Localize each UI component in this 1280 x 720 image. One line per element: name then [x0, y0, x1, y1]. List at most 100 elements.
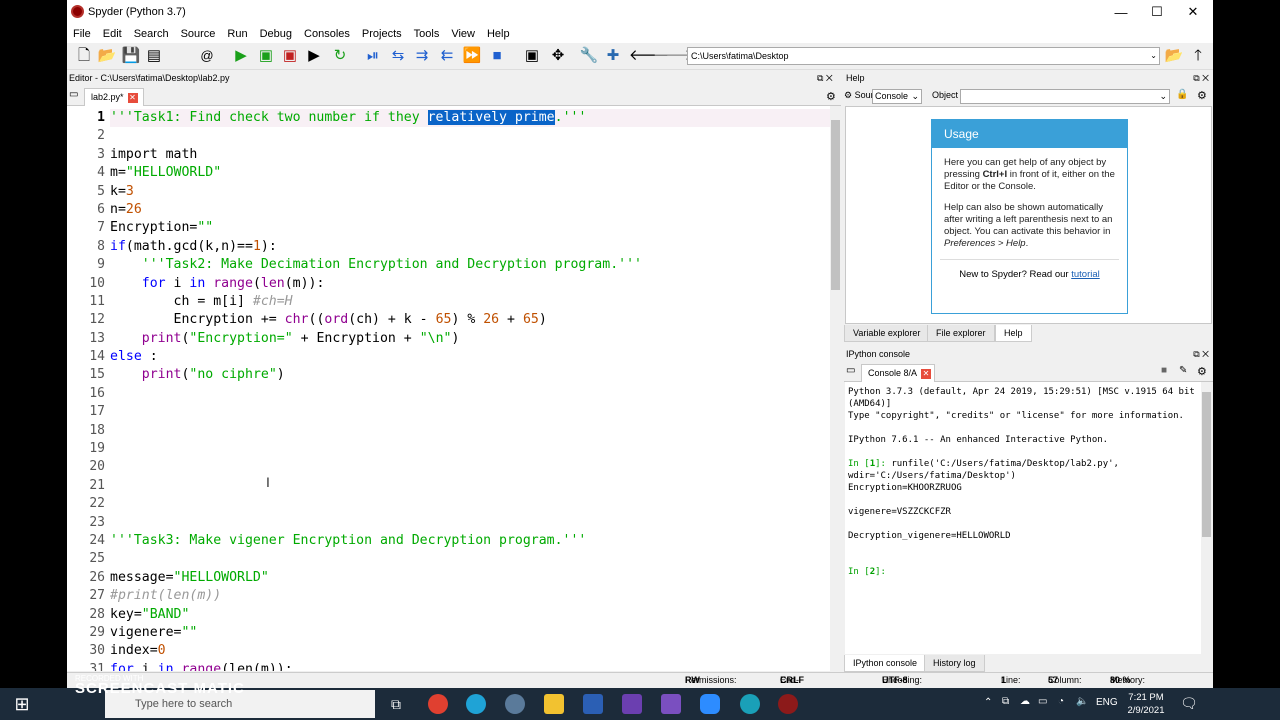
maximize-pane-icon[interactable]: ▣ [523, 47, 541, 65]
network-icon[interactable]: ⧉ [1002, 696, 1009, 707]
parent-directory-icon[interactable]: 🡑 [1189, 47, 1207, 65]
left-black-bar [0, 0, 67, 688]
ipython-console-output[interactable]: Python 3.7.3 (default, Apr 24 2019, 15:2… [845, 382, 1201, 654]
close-window-button[interactable]: ✕ [1175, 0, 1211, 24]
tab-lab2[interactable]: lab2.py* ✕ [84, 88, 144, 106]
open-file-icon[interactable]: 📂 [98, 47, 117, 65]
visual-studio-icon[interactable] [622, 694, 642, 714]
word-icon[interactable] [583, 694, 603, 714]
save-all-icon[interactable]: ▤ [145, 47, 163, 65]
browse-folder-icon[interactable]: 📂 [1165, 47, 1184, 65]
volume-icon[interactable]: 🔈 [1076, 696, 1088, 707]
windows-start-icon[interactable]: ⊞ [0, 688, 44, 720]
file-explorer-icon[interactable] [544, 694, 564, 714]
console-options-gear-icon[interactable]: ⚙ [1197, 365, 1207, 378]
line-number: 21 [89, 477, 105, 493]
stop-debug-icon[interactable]: ■ [488, 47, 506, 65]
tab-help[interactable]: Help [995, 325, 1032, 342]
save-icon[interactable]: 💾 [122, 47, 141, 65]
code-editor[interactable]: 1 2 3 4 5 6 7 8 9 10 11 12 13 14 15 16 17 18 19 20 21 22 23 24 2… [67, 106, 830, 671]
editor-pane-controls[interactable]: ⧉ ✕ [815, 70, 841, 86]
menu-debug[interactable]: Debug [254, 28, 298, 40]
minimize-button[interactable]: — [1103, 0, 1139, 24]
zoom-icon[interactable] [700, 694, 720, 714]
menu-tools[interactable]: Tools [408, 28, 446, 40]
wifi-icon[interactable]: ◔ [1058, 696, 1064, 707]
help-pane-controls[interactable]: ⧉ ✕ [1193, 70, 1209, 86]
line-number: 24 [89, 532, 105, 548]
continue-icon[interactable]: ⏩ [463, 47, 482, 65]
spyder-taskbar-icon[interactable] [778, 694, 798, 714]
working-directory-input[interactable]: C:\Users\fatima\Desktop ⌄ [687, 47, 1160, 65]
tutorial-link[interactable]: tutorial [1071, 269, 1100, 280]
edge-icon[interactable] [466, 694, 486, 714]
language-indicator[interactable]: ENG [1096, 697, 1118, 708]
help-source-select[interactable]: Console ⌄ [872, 89, 922, 104]
help-gear-icon[interactable]: ⚙ [844, 90, 855, 100]
help-options-gear-icon[interactable]: ⚙ [1197, 89, 1207, 102]
menu-run[interactable]: Run [221, 28, 253, 40]
cloud-icon[interactable]: ☁ [1020, 696, 1030, 707]
console-scrollbar[interactable] [1201, 382, 1212, 654]
editor-options-gear-icon[interactable]: ⚙ [826, 90, 836, 103]
app-icon[interactable] [505, 694, 525, 714]
run-icon[interactable]: ▶ [232, 47, 250, 65]
clear-console-icon[interactable]: ✎ [1179, 365, 1187, 376]
close-console-tab-icon[interactable]: ✕ [921, 368, 932, 379]
code-line: else : [110, 349, 158, 365]
edge-dev-icon[interactable] [740, 694, 760, 714]
run-selection-icon[interactable]: ▶ [305, 47, 323, 65]
step-icon[interactable]: ⇆ [389, 47, 407, 65]
code-area[interactable]: '''Task1: Find check two number if they … [110, 109, 830, 671]
tab-variable-explorer[interactable]: Variable explorer [844, 325, 930, 342]
chevron-up-icon[interactable]: ⌃ [984, 697, 992, 708]
code-line: print("Encryption=" + Encryption + "\n") [110, 330, 460, 346]
fullscreen-icon[interactable]: ✥ [549, 47, 567, 65]
tab-ipython-console[interactable]: IPython console [844, 655, 927, 672]
step-into-icon[interactable]: ⇉ [413, 47, 431, 65]
debug-icon[interactable]: ⏯ [364, 47, 382, 65]
stop-kernel-icon[interactable]: ■ [1161, 365, 1167, 376]
tab-file-explorer[interactable]: File explorer [927, 325, 995, 342]
visual-studio-alt-icon[interactable] [661, 694, 681, 714]
at-icon[interactable]: @ [198, 47, 216, 65]
line-number: 19 [89, 441, 105, 457]
browse-tabs-icon[interactable]: ▭ [69, 89, 78, 100]
rerun-icon[interactable]: ↻ [331, 47, 349, 65]
preferences-icon[interactable]: 🔧 [580, 47, 599, 65]
menu-help[interactable]: Help [481, 28, 516, 40]
browse-console-tabs-icon[interactable]: ▭ [846, 365, 855, 376]
code-line [110, 385, 830, 403]
menu-consoles[interactable]: Consoles [298, 28, 356, 40]
taskbar-clock[interactable]: 7:21 PM 2/9/2021 [1116, 691, 1176, 717]
menu-source[interactable]: Source [175, 28, 222, 40]
menu-edit[interactable]: Edit [97, 28, 128, 40]
menu-view[interactable]: View [445, 28, 481, 40]
run-cell-icon[interactable]: ▣ [257, 47, 275, 65]
editor-scrollbar[interactable] [830, 106, 841, 671]
maximize-button[interactable]: ☐ [1139, 0, 1175, 24]
help-object-input[interactable]: ⌄ [960, 89, 1170, 104]
console-scrollbar-thumb[interactable] [1202, 392, 1211, 537]
python-path-icon[interactable]: ✚ [604, 47, 622, 65]
close-tab-icon[interactable]: ✕ [127, 92, 138, 103]
menu-projects[interactable]: Projects [356, 28, 408, 40]
menu-file[interactable]: File [67, 28, 97, 40]
step-return-icon[interactable]: ⇇ [438, 47, 456, 65]
console-banner-type: Type "copyright", "credits" or "license"… [848, 411, 1184, 421]
line-number: 29 [89, 624, 105, 640]
menu-search[interactable]: Search [128, 28, 175, 40]
tab-console-8a[interactable]: Console 8/A ✕ [861, 364, 935, 382]
task-view-icon[interactable]: ⧉ [386, 694, 406, 714]
battery-icon[interactable]: ▭ [1038, 696, 1047, 707]
chrome-icon[interactable] [428, 694, 448, 714]
forward-arrow-icon[interactable]: 🡒 [653, 47, 693, 65]
code-line: vigenere="" [110, 624, 198, 640]
console-pane-controls[interactable]: ⧉ ✕ [1193, 346, 1209, 362]
tab-history-log[interactable]: History log [924, 655, 985, 672]
run-cell-advance-icon[interactable]: ▣ [281, 47, 299, 65]
new-file-icon[interactable]: 🗋 [75, 47, 93, 65]
lock-icon[interactable]: 🔒 [1176, 89, 1188, 100]
editor-scrollbar-thumb[interactable] [831, 120, 840, 290]
notifications-icon[interactable]: 🗨 [1180, 695, 1198, 712]
